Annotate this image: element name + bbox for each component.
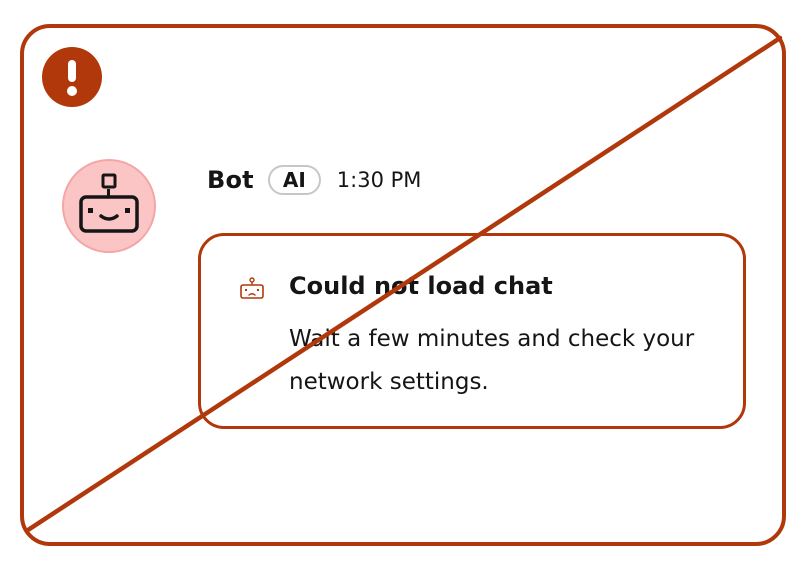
message-header: Bot AI 1:30 PM	[207, 162, 421, 198]
sender-name: Bot	[207, 166, 254, 194]
error-title: Could not load chat	[289, 272, 553, 300]
robot-error-icon	[239, 276, 265, 302]
error-card: Could not load chat Wait a few minutes a…	[198, 233, 746, 429]
exclamation-icon	[42, 47, 102, 107]
bot-avatar	[62, 159, 156, 253]
robot-icon	[79, 173, 139, 233]
error-description: Wait a few minutes and check your networ…	[289, 326, 695, 395]
ai-badge: AI	[267, 165, 321, 195]
message-timestamp: 1:30 PM	[336, 168, 422, 192]
